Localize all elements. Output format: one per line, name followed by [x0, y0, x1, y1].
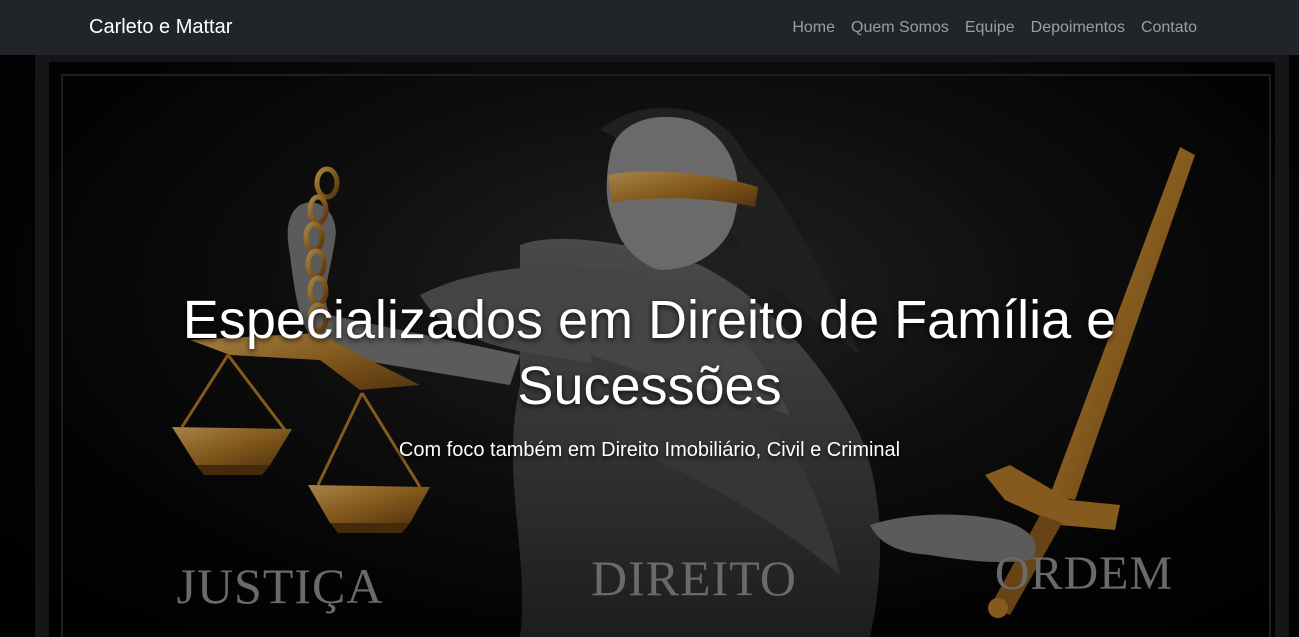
nav-links: Home Quem Somos Equipe Depoimentos Conta… — [792, 19, 1197, 37]
nav-link-quem-somos[interactable]: Quem Somos — [851, 19, 949, 37]
nav-link-depoimentos[interactable]: Depoimentos — [1031, 19, 1125, 37]
top-navbar: Carleto e Mattar Home Quem Somos Equipe … — [0, 0, 1299, 55]
nav-link-home[interactable]: Home — [792, 19, 835, 37]
hero-title: Especializados em Direito de Família e S… — [182, 290, 1117, 416]
nav-link-contato[interactable]: Contato — [1141, 19, 1197, 37]
brand-link[interactable]: Carleto e Mattar — [89, 16, 232, 39]
nav-link-equipe[interactable]: Equipe — [965, 19, 1015, 37]
hero-section: JUSTIÇA DIREITO ORDEM Especializados em … — [0, 55, 1299, 637]
hero-content: Especializados em Direito de Família e S… — [0, 287, 1299, 462]
hero-subtitle: Com foco também em Direito Imobiliário, … — [398, 439, 901, 461]
